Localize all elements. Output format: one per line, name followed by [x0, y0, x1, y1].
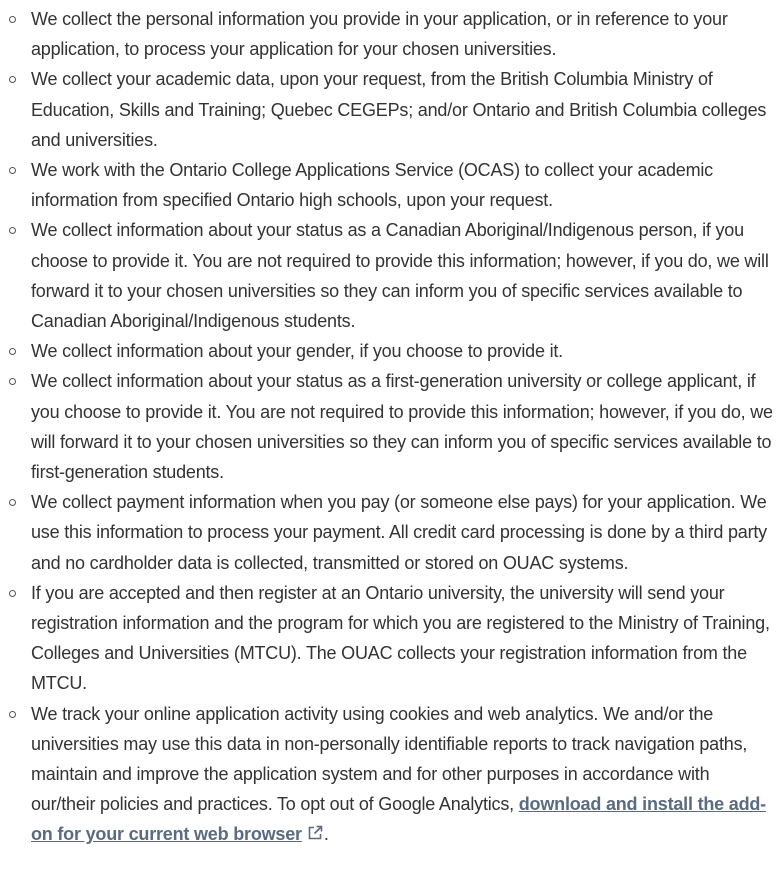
list-item: If you are accepted and then register at…	[9, 578, 776, 699]
list-item-text: We collect information about your gender…	[31, 341, 563, 362]
bullet-icon	[9, 16, 16, 23]
sentence-end: .	[323, 824, 329, 845]
list-item: We collect your academic data, upon your…	[9, 64, 776, 155]
list-item-text: We work with the Ontario College Applica…	[31, 160, 713, 211]
list-item-analytics: We track your online application activit…	[9, 699, 776, 850]
list-item-text: If you are accepted and then register at…	[31, 582, 770, 694]
external-link-icon[interactable]	[306, 824, 324, 842]
list-item-text: We collect the personal information you …	[31, 9, 728, 60]
bullet-icon	[9, 710, 16, 718]
list-item: We collect information about your status…	[9, 366, 776, 487]
bullet-icon	[9, 348, 16, 356]
list-item-text: We collect your academic data, upon your…	[31, 69, 767, 150]
bullet-icon	[9, 167, 16, 175]
list-item-text: We collect information about your status…	[31, 220, 769, 332]
privacy-info-list: We collect the personal information you …	[0, 0, 780, 850]
list-item: We collect payment information when you …	[9, 487, 776, 578]
bullet-icon	[9, 76, 16, 84]
bullet-icon	[9, 227, 16, 235]
list-item: We collect the personal information you …	[9, 4, 776, 64]
bullet-icon	[9, 378, 16, 386]
list-item: We collect information about your gender…	[9, 336, 776, 366]
list-item: We collect information about your status…	[9, 215, 776, 336]
list-item-text: We collect information about your status…	[31, 371, 773, 483]
list-item-text: We collect payment information when you …	[31, 492, 767, 573]
bullet-icon	[9, 499, 16, 507]
list-item: We work with the Ontario College Applica…	[9, 155, 776, 215]
bullet-icon	[9, 589, 16, 597]
